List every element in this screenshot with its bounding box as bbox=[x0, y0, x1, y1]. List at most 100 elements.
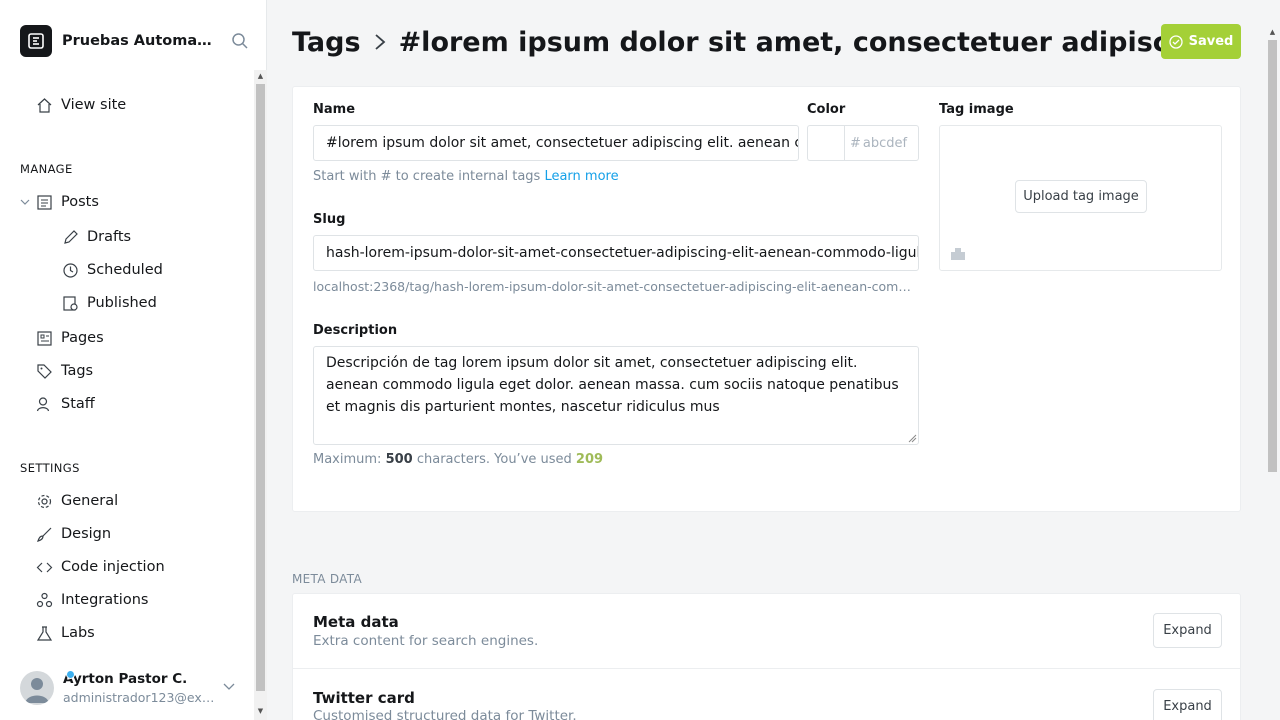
image-icon bbox=[950, 246, 966, 265]
main-scrollbar[interactable]: ▲ bbox=[1266, 26, 1280, 720]
char-count-hint: Maximum: 500 characters. You’ve used 209 bbox=[313, 452, 603, 467]
check-circle-icon bbox=[1168, 34, 1183, 49]
expand-meta-button[interactable]: Expand bbox=[1153, 613, 1222, 648]
breadcrumb-tags[interactable]: Tags bbox=[292, 27, 361, 58]
nav-label: Integrations bbox=[61, 592, 149, 608]
tag-icon bbox=[37, 363, 52, 379]
nav-labs[interactable]: Labs bbox=[36, 618, 95, 648]
nav-integrations[interactable]: Integrations bbox=[36, 585, 148, 615]
settings-heading: SETTINGS bbox=[20, 461, 80, 475]
sidebar-scrollbar[interactable]: ▲ ▼ bbox=[254, 70, 267, 720]
scroll-up-icon[interactable]: ▲ bbox=[256, 72, 265, 81]
nav-label: Posts bbox=[61, 194, 99, 210]
description-textarea[interactable]: Descripción de tag lorem ipsum dolor sit… bbox=[313, 346, 919, 445]
used-value: 209 bbox=[575, 452, 604, 467]
integrations-icon bbox=[36, 592, 53, 607]
search-icon[interactable] bbox=[231, 32, 249, 54]
pages-icon bbox=[37, 330, 52, 346]
twitter-card-subtitle: Customised structured data for Twitter. bbox=[313, 708, 577, 720]
nav-drafts[interactable]: Drafts bbox=[62, 222, 131, 252]
nav-label: Scheduled bbox=[87, 262, 163, 278]
meta-data-subtitle: Extra content for search engines. bbox=[313, 633, 539, 649]
saved-button[interactable]: Saved bbox=[1161, 24, 1241, 59]
nav-posts[interactable]: Posts bbox=[20, 187, 99, 217]
nav-label: Design bbox=[61, 526, 112, 542]
description-text: Descripción de tag lorem ipsum dolor sit… bbox=[326, 355, 899, 415]
max-value: 500 bbox=[385, 452, 413, 467]
nav-code-injection[interactable]: Code injection bbox=[36, 552, 165, 582]
nav-scheduled[interactable]: Scheduled bbox=[62, 255, 163, 285]
avatar[interactable] bbox=[20, 671, 54, 705]
name-input[interactable]: #lorem ipsum dolor sit amet, consectetue… bbox=[313, 125, 799, 161]
nav-label: Tags bbox=[61, 363, 94, 379]
expand-twitter-button[interactable]: Expand bbox=[1153, 689, 1222, 720]
saved-label: Saved bbox=[1188, 34, 1234, 49]
clock-icon bbox=[63, 262, 78, 278]
pencil-icon bbox=[64, 229, 78, 244]
tag-form-card: Name #lorem ipsum dolor sit amet, consec… bbox=[292, 86, 1241, 512]
color-swatch[interactable] bbox=[807, 125, 845, 161]
published-icon bbox=[63, 295, 78, 311]
nav-label: Staff bbox=[61, 396, 95, 412]
chevron-down-icon[interactable] bbox=[223, 680, 235, 692]
nav-tags[interactable]: Tags bbox=[36, 356, 93, 386]
site-logo-icon[interactable] bbox=[20, 25, 52, 57]
posts-icon bbox=[37, 194, 52, 210]
upload-image-button[interactable]: Upload tag image bbox=[1015, 180, 1147, 213]
nav-label: Labs bbox=[61, 625, 95, 641]
color-placeholder: abcdef bbox=[862, 135, 908, 151]
flask-icon bbox=[36, 625, 53, 641]
site-header: Pruebas Automatización bbox=[20, 25, 255, 57]
manage-heading: MANAGE bbox=[20, 162, 73, 176]
site-title[interactable]: Pruebas Automatización bbox=[62, 33, 212, 49]
nav-general[interactable]: General bbox=[36, 486, 118, 516]
gear-icon bbox=[37, 494, 52, 508]
code-icon bbox=[36, 562, 53, 572]
home-icon bbox=[37, 97, 52, 113]
nav-view-site[interactable]: View site bbox=[36, 90, 126, 120]
user-menu[interactable]: Ayrton Pastor C. administrador123@exampl… bbox=[20, 668, 235, 708]
scroll-down-icon[interactable]: ▼ bbox=[256, 707, 265, 716]
name-hint-text: Start with # to create internal tags bbox=[313, 169, 541, 184]
scroll-thumb[interactable] bbox=[1268, 40, 1277, 472]
chevron-down-icon[interactable] bbox=[20, 197, 30, 207]
resize-handle-icon[interactable] bbox=[908, 434, 917, 443]
nav-label: Published bbox=[87, 295, 157, 311]
meta-data-card: Meta data Extra content for search engin… bbox=[292, 593, 1241, 669]
name-label: Name bbox=[313, 102, 356, 117]
user-email: administrador123@example.com bbox=[63, 690, 215, 705]
breadcrumb-chevron-icon bbox=[373, 27, 387, 58]
meta-data-title: Meta data bbox=[313, 613, 399, 631]
nav-design[interactable]: Design bbox=[36, 519, 111, 549]
nav-label: Drafts bbox=[87, 229, 132, 245]
scroll-up-icon[interactable]: ▲ bbox=[1268, 28, 1277, 37]
meta-section-label: META DATA bbox=[292, 572, 362, 586]
status-dot bbox=[66, 670, 75, 679]
color-hash: # bbox=[850, 135, 861, 151]
tag-image-dropzone[interactable]: Upload tag image bbox=[939, 125, 1222, 271]
sidebar: Pruebas Automatización View site MANAGE … bbox=[0, 0, 267, 720]
nav-label: View site bbox=[61, 97, 127, 113]
max-middle: characters. You’ve used bbox=[416, 452, 572, 467]
image-label: Tag image bbox=[939, 102, 1014, 117]
slug-label: Slug bbox=[313, 212, 346, 227]
slug-input[interactable]: hash-lorem-ipsum-dolor-sit-amet-consecte… bbox=[313, 235, 919, 271]
learn-more-link[interactable]: Learn more bbox=[544, 169, 618, 184]
tag-title: #lorem ipsum dolor sit amet, consectetue… bbox=[398, 26, 1172, 58]
color-input[interactable]: # abcdef bbox=[844, 125, 919, 161]
color-label: Color bbox=[807, 102, 846, 117]
nav-pages[interactable]: Pages bbox=[36, 323, 104, 353]
name-hint: Start with # to create internal tags Lea… bbox=[313, 169, 619, 184]
nav-staff[interactable]: Staff bbox=[36, 389, 95, 419]
max-prefix: Maximum: bbox=[313, 452, 382, 467]
nav-label: Pages bbox=[61, 330, 104, 346]
twitter-card-title: Twitter card bbox=[313, 689, 415, 707]
user-name: Ayrton Pastor C. bbox=[63, 671, 188, 687]
twitter-card: Twitter card Customised structured data … bbox=[292, 668, 1241, 720]
nav-published[interactable]: Published bbox=[62, 288, 157, 318]
staff-icon bbox=[36, 396, 50, 411]
description-label: Description bbox=[313, 323, 398, 338]
page-title: Tags #lorem ipsum dolor sit amet, consec… bbox=[292, 24, 1172, 60]
nav-label: General bbox=[61, 493, 119, 509]
scroll-thumb[interactable] bbox=[256, 84, 265, 691]
